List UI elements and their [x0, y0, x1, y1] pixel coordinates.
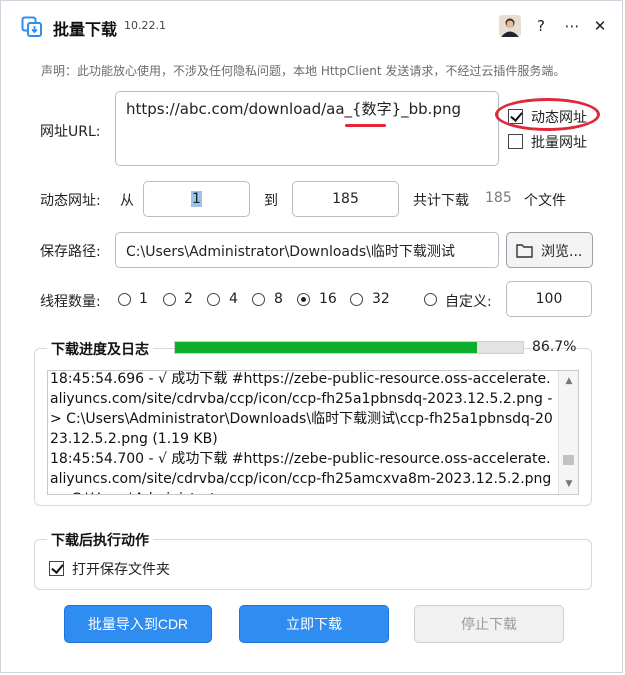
- thread-option-4: 4: [229, 291, 238, 307]
- from-label: 从: [120, 193, 134, 209]
- log-text: 18:45:54.696 - √ 成功下载 #https://zebe-publ…: [50, 371, 553, 494]
- open-folder-label: 打开保存文件夹: [72, 562, 170, 578]
- custom-thread-input[interactable]: 100: [506, 281, 592, 317]
- thread-radio-16[interactable]: [297, 293, 310, 306]
- to-value: 185: [332, 191, 359, 207]
- batch-download-window: 批量下载 10.22.1 ? ⋯ ✕ 声明：此功能放心使用，不涉及任何隐私问题，…: [0, 0, 623, 673]
- close-button[interactable]: ✕: [588, 13, 612, 39]
- from-input[interactable]: 1: [143, 181, 250, 217]
- open-folder-checkbox[interactable]: [49, 561, 64, 576]
- menu-button[interactable]: ⋯: [560, 13, 584, 39]
- window-title: 批量下载: [53, 20, 118, 39]
- save-path-value: C:\Users\Administrator\Downloads\临时下载测试: [126, 244, 455, 260]
- user-avatar[interactable]: [499, 15, 521, 37]
- thread-option-2: 2: [184, 291, 193, 307]
- file-unit-label: 个文件: [524, 193, 566, 209]
- thread-radio-1[interactable]: [118, 293, 131, 306]
- title-bar: 批量下载 10.22.1 ? ⋯ ✕: [1, 1, 622, 53]
- thread-radio-32[interactable]: [350, 293, 363, 306]
- log-scrollbar[interactable]: ▲ ▼: [558, 371, 578, 494]
- browse-button-label: 浏览...: [541, 244, 583, 260]
- thread-radio-custom[interactable]: [424, 293, 437, 306]
- batch-url-checkbox-label: 批量网址: [531, 135, 587, 151]
- thread-radio-4[interactable]: [207, 293, 220, 306]
- help-button[interactable]: ?: [529, 13, 553, 39]
- save-path-input[interactable]: C:\Users\Administrator\Downloads\临时下载测试: [115, 232, 499, 268]
- url-value: https://abc.com/download/aa_{数字}_bb.png: [126, 100, 462, 118]
- download-now-button[interactable]: 立即下载: [239, 605, 389, 643]
- progress-group-title: 下载进度及日志: [47, 339, 153, 359]
- annotation-circle: [495, 98, 600, 131]
- batch-url-checkbox[interactable]: [508, 134, 523, 149]
- thread-radio-2[interactable]: [163, 293, 176, 306]
- thread-option-16: 16: [319, 291, 337, 307]
- save-path-label: 保存路径:: [40, 244, 101, 260]
- url-textarea[interactable]: https://abc.com/download/aa_{数字}_bb.png: [115, 91, 499, 166]
- to-label: 到: [264, 193, 278, 209]
- total-label: 共计下载: [413, 193, 469, 209]
- progress-percent: 86.7%: [532, 339, 577, 355]
- dynamic-range-label: 动态网址:: [40, 193, 101, 209]
- thread-option-8: 8: [274, 291, 283, 307]
- version-label: 10.22.1: [124, 19, 166, 32]
- privacy-notice: 声明：此功能放心使用，不涉及任何隐私问题，本地 HttpClient 发送请求，…: [41, 64, 566, 78]
- from-value: 1: [191, 191, 202, 207]
- thread-count-label: 线程数量:: [40, 294, 101, 310]
- browse-button[interactable]: 浏览...: [506, 232, 593, 268]
- total-count: 185: [485, 190, 512, 206]
- stop-download-button[interactable]: 停止下载: [414, 605, 564, 643]
- scroll-thumb[interactable]: [563, 455, 574, 465]
- progress-bar: [174, 341, 524, 354]
- scroll-up-icon[interactable]: ▲: [559, 371, 578, 391]
- thread-option-32: 32: [372, 291, 390, 307]
- thread-option-1: 1: [139, 291, 148, 307]
- annotation-underline: [345, 124, 386, 127]
- custom-thread-label: 自定义:: [445, 294, 492, 310]
- import-to-cdr-button[interactable]: 批量导入到CDR: [64, 605, 212, 643]
- scroll-down-icon[interactable]: ▼: [559, 474, 578, 494]
- url-label: 网址URL:: [40, 124, 101, 140]
- folder-icon: [516, 244, 533, 258]
- custom-thread-value: 100: [535, 291, 563, 307]
- download-app-icon: [21, 16, 42, 37]
- progress-bar-fill: [175, 342, 477, 353]
- log-textbox[interactable]: 18:45:54.696 - √ 成功下载 #https://zebe-publ…: [47, 370, 579, 495]
- post-download-title: 下载后执行动作: [47, 530, 153, 550]
- thread-radio-8[interactable]: [252, 293, 265, 306]
- to-input[interactable]: 185: [292, 181, 399, 217]
